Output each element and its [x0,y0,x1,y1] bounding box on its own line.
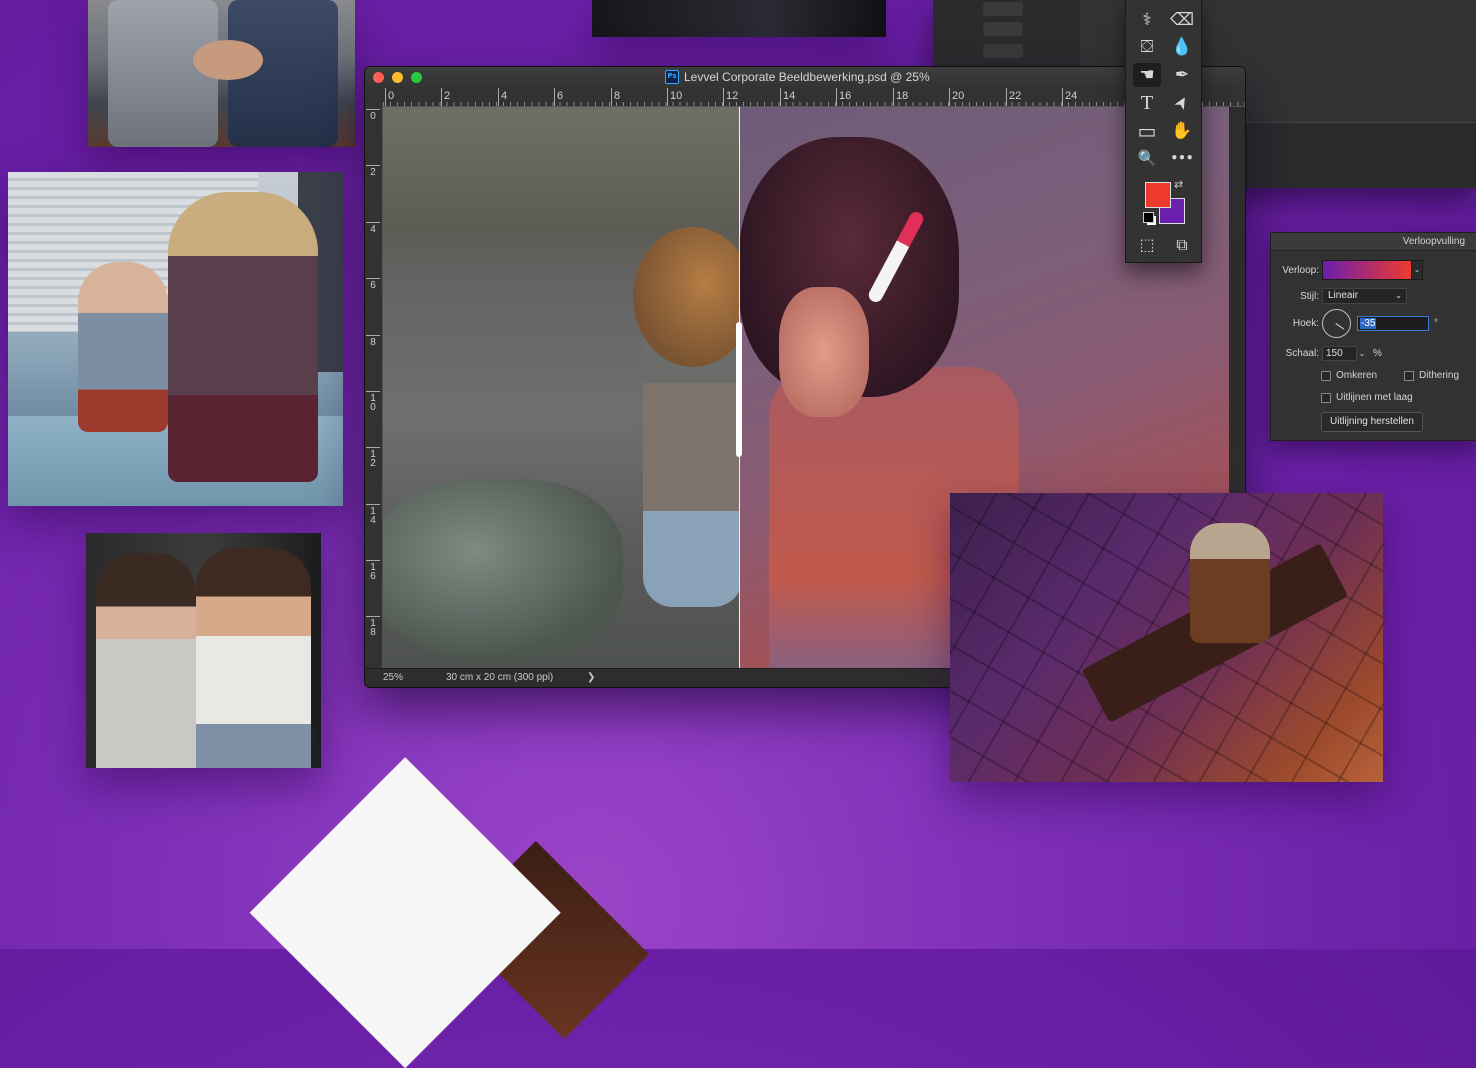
align-with-layer-checkbox[interactable] [1321,392,1331,403]
ruler-tick: 6 [554,88,563,106]
ruler-tick: 16 [836,88,851,106]
photoshop-file-icon: Ps [665,70,679,84]
horizontal-ruler[interactable]: 0 2 4 6 8 10 12 14 16 18 20 22 24 [383,88,1245,107]
minimize-window-button[interactable] [392,72,403,83]
photo-paper-corner [249,757,561,1068]
photo-couple-on-sofa [88,0,355,147]
dither-checkbox[interactable] [1404,370,1414,381]
gradient-swatch[interactable] [1322,260,1412,280]
style-select-value: Lineair [1328,290,1359,301]
window-titlebar[interactable]: Ps Levvel Corporate Beeldbewerking.psd @… [365,67,1245,89]
ruler-tick: 18 [893,88,908,106]
eraser-icon[interactable]: ⌫ [1168,8,1196,32]
quick-mask-icon[interactable]: ⬚ [1133,233,1161,257]
reset-alignment-button[interactable]: Uitlijning herstellen [1321,412,1423,432]
scale-unit: % [1373,348,1382,359]
gradient-fill-panel: Verloopvulling Verloop: ⌄ Stijl: Lineair… [1270,232,1476,441]
zoom-icon[interactable]: 🔍 [1133,146,1161,170]
smudge-icon[interactable]: ☚ [1133,63,1161,87]
document-size: 30 cm x 20 cm (300 ppi) [446,672,554,683]
ruler-tick: 4 [366,222,380,235]
reverse-checkbox-row[interactable]: Omkeren [1321,370,1377,381]
photo-hooded-person-on-bench [950,493,1383,782]
zoom-window-button[interactable] [411,72,422,83]
ruler-tick: 0 [385,88,394,106]
healing-brush-icon[interactable]: ⚕ [1133,8,1161,32]
ruler-tick: 8 [611,88,620,106]
ruler-tick: 14 [780,88,795,106]
reverse-checkbox[interactable] [1321,370,1331,381]
ruler-tick: 1 4 [366,504,380,526]
angle-dial[interactable] [1322,309,1351,338]
screen-mode-icon[interactable]: ⧉ [1168,233,1196,257]
ruler-tick: 1 0 [366,391,380,413]
scale-dropdown-chevron-icon[interactable]: ⌄ [1357,347,1367,360]
panel-title: Verloopvulling [1271,233,1476,251]
gradient-label: Verloop: [1282,264,1319,276]
hand-icon[interactable]: ✋ [1168,119,1196,143]
ruler-tick: 2 [441,88,450,106]
paint-bucket-icon[interactable]: ⛋ [1133,35,1161,59]
ruler-corner[interactable] [365,88,384,107]
status-menu-arrow-icon[interactable]: ❯ [587,669,595,686]
ruler-tick: 22 [1006,88,1021,106]
dither-checkbox-row[interactable]: Dithering [1404,370,1459,381]
style-select[interactable]: Lineair ⌄ [1322,288,1407,304]
ruler-tick: 24 [1062,88,1077,106]
document-title: Levvel Corporate Beeldbewerking.psd @ 25… [684,70,930,84]
type-icon[interactable]: T [1133,91,1161,115]
scale-label: Schaal: [1285,348,1319,359]
align-with-layer-label: Uitlijnen met laag [1336,392,1413,403]
ruler-tick: 6 [366,278,380,291]
photo-dark-scene [592,0,886,37]
foreground-color-swatch[interactable] [1145,182,1171,208]
ruler-tick: 1 8 [366,616,380,638]
more-tools-icon[interactable]: ••• [1168,146,1196,170]
rectangle-icon[interactable]: ▭ [1133,119,1161,143]
swap-colors-icon[interactable]: ⇄ [1174,178,1183,191]
photo-mother-and-daughter [8,172,343,506]
direct-selection-icon[interactable]: ➤ [1165,85,1200,121]
ruler-tick: 0 [366,109,380,122]
before-after-handle[interactable] [736,322,742,457]
ruler-tick: 12 [723,88,738,106]
ruler-tick: 2 [366,165,380,178]
pen-icon[interactable]: ✒ [1168,63,1196,87]
photo-worried-couple [86,533,321,768]
chevron-down-icon: ⌄ [1395,291,1402,300]
style-label: Stijl: [1300,290,1319,302]
dither-label: Dithering [1419,370,1460,381]
ruler-tick: 1 6 [366,560,380,582]
blur-drop-icon[interactable]: 💧 [1168,35,1196,59]
align-checkbox-row[interactable]: Uitlijnen met laag [1321,392,1413,403]
vertical-ruler[interactable]: 0 2 4 6 8 1 0 1 2 1 4 1 6 1 8 [365,106,383,669]
scale-input[interactable]: 150 [1322,346,1357,361]
close-window-button[interactable] [373,72,384,83]
zoom-level[interactable]: 25% [383,669,403,686]
reverse-label: Omkeren [1336,370,1378,381]
before-image [383,107,753,669]
ruler-tick: 1 2 [366,447,380,469]
ruler-tick: 20 [949,88,964,106]
angle-input[interactable]: -35 [1357,316,1429,331]
default-colors-icon[interactable] [1143,212,1154,223]
angle-unit: ° [1434,318,1438,329]
ruler-tick: 8 [366,335,380,348]
ruler-tick: 10 [667,88,682,106]
ruler-tick: 4 [498,88,507,106]
tools-panel: ⚕ ⌫ ⛋ 💧 ☚ ✒ T ➤ ▭ ✋ 🔍 ••• ⇄ ⬚ ⧉ [1125,0,1202,263]
angle-label: Hoek: [1292,318,1319,329]
gradient-dropdown-chevron-icon[interactable]: ⌄ [1412,260,1423,280]
